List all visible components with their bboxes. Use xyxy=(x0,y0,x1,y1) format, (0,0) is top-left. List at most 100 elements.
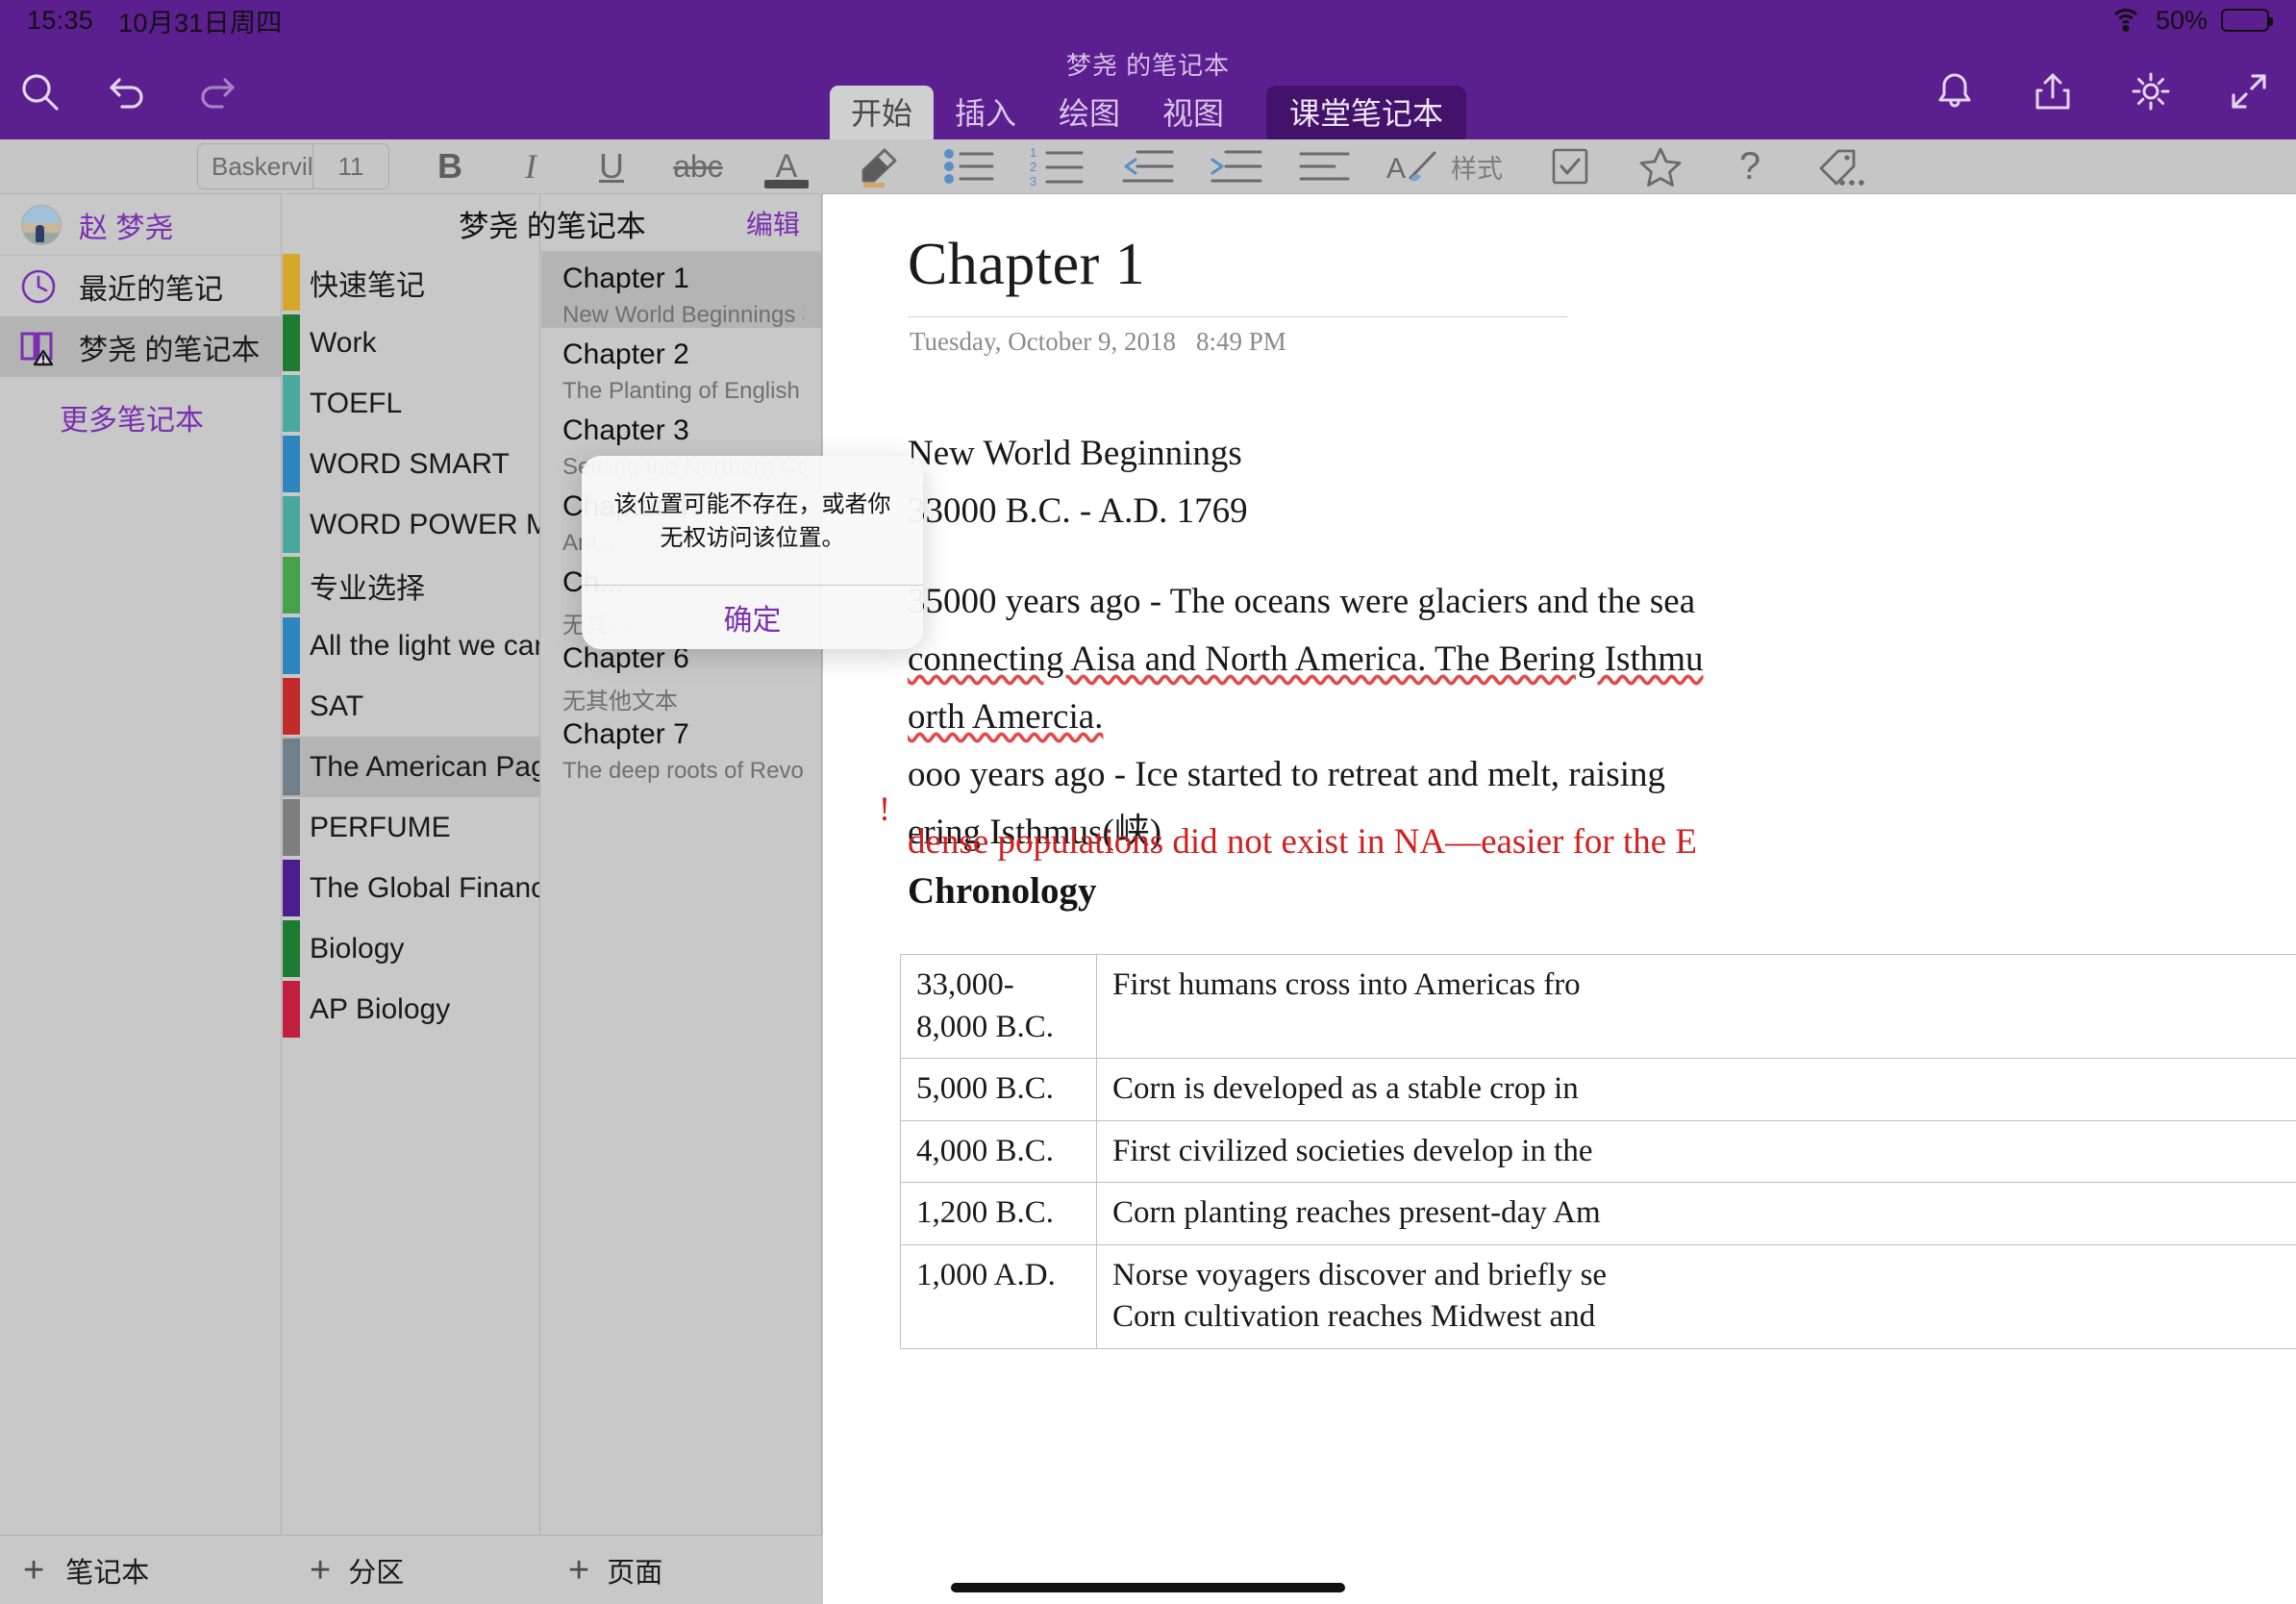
section-item[interactable]: SAT xyxy=(283,676,539,737)
plus-icon: + xyxy=(23,1549,45,1591)
decrease-indent-icon[interactable] xyxy=(1116,139,1180,194)
styles-icon[interactable]: A xyxy=(1384,139,1445,194)
note-paragraph-2: connecting Aisa and North America. The B… xyxy=(908,639,1704,679)
tab-draw[interactable]: 绘图 xyxy=(1037,86,1141,143)
svg-text:2: 2 xyxy=(1030,160,1036,174)
account-name: 赵 梦尧 xyxy=(79,212,174,244)
svg-text:3: 3 xyxy=(1030,174,1036,188)
section-color-tab xyxy=(283,436,300,492)
section-item-selected[interactable]: The American Page... xyxy=(283,737,539,797)
avatar xyxy=(21,204,62,245)
section-label: Biology xyxy=(310,932,405,965)
section-color-tab xyxy=(283,981,300,1038)
font-name-value[interactable]: Baskerville xyxy=(198,152,312,182)
section-item[interactable]: 专业选择 xyxy=(283,555,539,615)
styles-label[interactable]: 样式 xyxy=(1451,139,1503,194)
font-selector[interactable]: Baskerville 11 xyxy=(197,143,389,189)
account-row[interactable]: 赵 梦尧 xyxy=(0,194,281,256)
sidebar-more-notebooks[interactable]: 更多笔记本 xyxy=(0,396,281,439)
table-row[interactable]: 1,200 B.C. Corn planting reaches present… xyxy=(900,1182,2296,1245)
section-color-tab xyxy=(283,617,300,674)
section-color-tab xyxy=(283,254,300,311)
add-notebook-label: 笔记本 xyxy=(65,1557,150,1589)
sidebar-item-recent-notes[interactable]: 最近的笔记 xyxy=(0,256,281,316)
table-cell-event: Corn is developed as a stable crop in xyxy=(1096,1058,2296,1121)
section-label: All the light we cann... xyxy=(310,629,539,662)
home-indicator[interactable] xyxy=(951,1583,1345,1592)
increase-indent-icon[interactable] xyxy=(1205,139,1268,194)
section-item[interactable]: TOEFL xyxy=(283,373,539,434)
italic-button[interactable]: I xyxy=(503,139,559,194)
table-row[interactable]: 1,000 A.D. Norse voyagers discover and b… xyxy=(900,1243,2296,1349)
tab-insert[interactable]: 插入 xyxy=(934,86,1037,143)
share-icon[interactable] xyxy=(2027,65,2079,117)
tag-icon[interactable] xyxy=(1810,139,1874,194)
ribbon-right-icon-group xyxy=(1929,65,2275,117)
plus-icon: + xyxy=(310,1549,332,1591)
section-item[interactable]: Biology xyxy=(283,918,539,979)
page-item-selected[interactable]: Chapter 1 New World Beginnings 3300... xyxy=(541,252,821,328)
expand-icon[interactable] xyxy=(2223,65,2275,117)
sidebar-item-label: 梦尧 的笔记本 xyxy=(79,334,261,366)
table-cell-event: First civilized societies develop in the xyxy=(1096,1119,2296,1184)
table-cell-period: 1,200 B.C. xyxy=(900,1182,1097,1245)
table-cell-period: 5,000 B.C. xyxy=(900,1058,1097,1121)
section-item[interactable]: WORD SMART xyxy=(283,434,539,494)
table-row[interactable]: 5,000 B.C. Corn is developed as a stable… xyxy=(900,1058,2296,1121)
add-section-button[interactable]: + 分区 xyxy=(283,1535,540,1604)
add-page-button[interactable]: + 页面 xyxy=(541,1535,822,1604)
sidebar-item-my-notebook[interactable]: 梦尧 的笔记本 xyxy=(0,316,281,377)
sidebar-item-label: 最近的笔记 xyxy=(79,273,223,306)
font-size-value[interactable]: 11 xyxy=(313,152,388,182)
status-date: 10月31日周四 xyxy=(118,8,283,38)
star-icon[interactable] xyxy=(1632,139,1689,194)
section-color-tab xyxy=(283,739,300,795)
page-item[interactable]: Chapter 7 The deep roots of Revolution..… xyxy=(541,708,821,784)
note-page-title[interactable]: Chapter 1 xyxy=(908,231,1145,299)
bell-icon[interactable] xyxy=(1929,65,1981,117)
tab-class-notebook[interactable]: 课堂笔记本 xyxy=(1266,86,1467,143)
page-title: Chapter 3 xyxy=(562,414,689,446)
add-notebook-button[interactable]: + 笔记本 xyxy=(0,1535,282,1604)
bullet-list-icon[interactable] xyxy=(937,139,1001,194)
note-body-text[interactable]: New World Beginnings 33000 B.C. - A.D. 1… xyxy=(908,425,2296,862)
table-cell-event: Corn planting reaches present-day Am xyxy=(1096,1182,2296,1245)
table-row[interactable]: 33,000-8,000 B.C. First humans cross int… xyxy=(900,953,2296,1060)
checkbox-icon[interactable] xyxy=(1541,139,1599,194)
pages-column: 编辑 Chapter 1 New World Beginnings 3300..… xyxy=(541,194,822,1604)
error-alert-dialog: 该位置可能不存在，或者你无权访问该位置。 确定 xyxy=(582,456,923,649)
note-time: 8:49 PM xyxy=(1196,327,1286,356)
pages-header-title: 梦尧 的笔记本 xyxy=(459,209,646,243)
page-subtitle: The deep roots of Revolution... xyxy=(562,758,804,784)
note-heading-2: 33000 B.C. - A.D. 1769 xyxy=(908,490,1248,531)
underline-button[interactable]: U xyxy=(584,139,639,194)
highlighter-icon[interactable] xyxy=(847,139,907,194)
chronology-table[interactable]: 33,000-8,000 B.C. First humans cross int… xyxy=(900,953,2296,1349)
note-canvas[interactable]: Chapter 1 Tuesday, October 9, 2018 8:49 … xyxy=(823,194,2296,1604)
section-item[interactable]: PERFUME xyxy=(283,797,539,858)
tab-view[interactable]: 视图 xyxy=(1141,86,1245,143)
strikethrough-button[interactable]: abc xyxy=(664,139,732,194)
tab-home[interactable]: 开始 xyxy=(829,86,934,143)
section-item[interactable]: AP Biology xyxy=(283,979,539,1040)
numbered-list-icon[interactable]: 1 2 3 xyxy=(1026,139,1089,194)
page-item[interactable]: Chapter 2 The Planting of English Ameri.… xyxy=(541,328,821,404)
font-color-icon[interactable]: A xyxy=(757,139,816,194)
alert-ok-button[interactable]: 确定 xyxy=(582,586,923,649)
note-paragraph-3: orth Amercia. xyxy=(908,696,1104,737)
section-item[interactable]: 快速笔记 xyxy=(283,252,539,313)
bold-button[interactable]: B xyxy=(422,139,478,194)
section-item[interactable]: WORD POWER MAD... xyxy=(283,494,539,555)
section-item[interactable]: Work xyxy=(283,313,539,373)
section-color-tab xyxy=(283,920,300,977)
add-page-label: 页面 xyxy=(607,1557,663,1589)
align-left-icon[interactable] xyxy=(1293,139,1357,194)
sections-list: 快速笔记 Work TOEFL WORD SMART WORD POWER MA… xyxy=(283,252,539,1040)
section-label: TOEFL xyxy=(310,387,403,419)
help-icon[interactable]: ? xyxy=(1722,139,1778,194)
table-row[interactable]: 4,000 B.C. First civilized societies dev… xyxy=(900,1119,2296,1184)
section-label: 专业选择 xyxy=(310,572,425,605)
section-item[interactable]: The Global Financial... xyxy=(283,858,539,918)
gear-icon[interactable] xyxy=(2125,65,2177,117)
section-item[interactable]: All the light we cann... xyxy=(283,615,539,676)
